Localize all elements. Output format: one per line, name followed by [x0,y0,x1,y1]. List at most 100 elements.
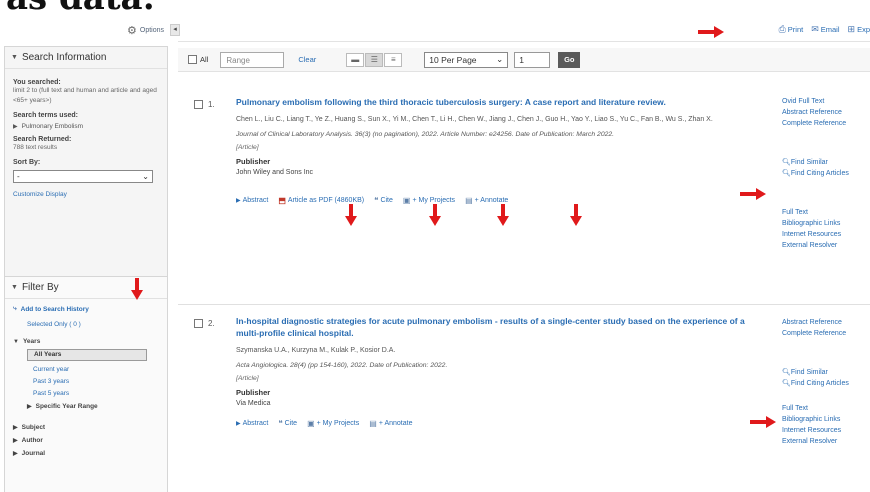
sidebar: ⚙ Options ◂ ▼ Search Information You sea… [0,18,180,492]
triangle-right-icon: ▶ [236,198,241,204]
view-title-only-button[interactable]: ▬ [346,52,365,67]
facet-journal[interactable]: ▶ Journal [13,450,159,457]
publisher-label: Publisher [236,388,271,397]
find-citing-articles-link[interactable]: 🔍︎Find Citing Articles [782,168,870,179]
record-number: 2. [194,319,215,328]
gear-icon: ⚙ [127,24,137,37]
complete-reference-link[interactable]: Complete Reference [782,118,870,129]
clear-link[interactable]: Clear [298,55,316,64]
full-text-link[interactable]: Full Text [782,403,870,414]
years-toggle[interactable]: ▼ Years [13,338,159,345]
search-term-item[interactable]: ▶ Pulmonary Embolism [13,123,159,130]
abstract-reference-link[interactable]: Abstract Reference [782,317,870,328]
publisher-label: Publisher [236,157,271,166]
find-similar-link[interactable]: 🔍︎Find Similar [782,157,870,168]
record-checkbox[interactable] [194,100,203,109]
record-title[interactable]: Pulmonary embolism following the third t… [236,96,766,108]
email-button[interactable]: ✉ Email [811,24,839,35]
facet-subject[interactable]: ▶ Subject [13,424,159,431]
record-checkbox[interactable] [194,319,203,328]
ovid-full-text-link[interactable]: Ovid Full Text [782,96,870,107]
per-page-select[interactable]: 10 Per Page ⌄ [424,51,509,68]
annotate-link[interactable]: ▤ + Annotate [369,419,412,428]
annotation-arrow-down-icon [570,204,582,226]
magnifier-icon: 🔍︎ [782,369,791,376]
go-button[interactable]: Go [558,51,581,68]
complete-reference-link[interactable]: Complete Reference [782,328,870,339]
range-input[interactable]: Range [220,51,285,68]
triangle-right-icon: ▶ [13,451,18,457]
folder-icon: ▣ [307,419,315,428]
cite-label: Cite [380,197,393,204]
add-to-search-history-link[interactable]: ⤷ Add to Search History [13,305,159,313]
print-label: Print [787,25,804,34]
specific-year-range-toggle[interactable]: ▶ Specific Year Range [27,403,159,410]
view-abstract-button[interactable]: ≡ [384,52,403,67]
find-citing-label: Find Citing Articles [790,380,849,387]
triangle-right-icon: ▶ [13,425,18,431]
search-information-title: Search Information [21,52,107,63]
chevron-down-icon: ⌄ [496,54,504,64]
search-information-panel: ▼ Search Information You searched: limit… [4,46,168,278]
chevron-down-icon: ⌄ [142,172,149,181]
full-text-link[interactable]: Full Text [782,207,870,218]
facet-subject-label: Subject [21,424,46,431]
folder-icon: ▣ [402,196,411,205]
bibliographic-links-link[interactable]: Bibliographic Links [782,414,870,425]
record-authors: Szymanska U.A., Kurzyna M., Kulak P., Ko… [236,347,396,354]
article-pdf-label: Article as PDF (4860KB) [287,197,365,204]
internet-resources-link[interactable]: Internet Resources [782,425,870,436]
printer-icon: ⎙ [778,24,786,34]
triangle-right-icon: ▶ [236,421,241,427]
you-searched-label: You searched: [13,79,61,86]
magnifier-icon: 🔍︎ [782,380,791,387]
select-all[interactable]: All [188,55,208,64]
view-citation-button[interactable]: ☰ [365,52,384,67]
page-number-input[interactable]: 1 [514,51,551,68]
annotation-arrow-right-icon [750,416,776,428]
record-content: In-hospital diagnostic strategies for ac… [236,315,766,428]
external-resolver-link[interactable]: External Resolver [782,436,870,447]
year-option-current[interactable]: Current year [27,366,159,373]
record-type: [Article] [236,144,259,151]
internet-resources-link[interactable]: Internet Resources [782,229,870,240]
sort-by-label: Sort By: [13,159,41,166]
year-option-past-3[interactable]: Past 3 years [27,378,159,385]
my-projects-link[interactable]: ▣ + My Projects [307,419,359,428]
find-citing-articles-link[interactable]: 🔍︎Find Citing Articles [782,378,870,389]
magnifier-icon: 🔍︎ [782,159,791,166]
abstract-link[interactable]: ▶ Abstract [236,197,268,204]
annotation-arrow-down-icon [497,204,509,226]
abstract-link[interactable]: ▶ Abstract [236,420,268,427]
cite-link[interactable]: ❝ Cite [278,419,297,428]
sort-by-select[interactable]: - ⌄ [13,170,153,183]
annotate-label: + Annotate [474,197,509,204]
bibliographic-links-link[interactable]: Bibliographic Links [782,218,870,229]
note-icon: ▤ [369,419,377,428]
annotation-arrow-right-icon [698,26,724,38]
record-number: 1. [194,100,215,109]
search-returned-text: 788 text results [13,144,58,151]
search-information-header[interactable]: ▼ Search Information [5,47,167,69]
triangle-right-icon: ▶ [13,438,18,444]
search-term-text: Pulmonary Embolism [21,123,84,130]
select-all-checkbox[interactable] [188,55,197,64]
annotation-arrow-down-icon [345,204,357,226]
facet-author[interactable]: ▶ Author [13,437,159,444]
search-terms-label: Search terms used: [13,112,78,119]
external-resolver-link[interactable]: External Resolver [782,240,870,251]
find-similar-link[interactable]: 🔍︎Find Similar [782,367,870,378]
export-button[interactable]: ⊞ Exp [848,24,870,35]
abstract-reference-link[interactable]: Abstract Reference [782,107,870,118]
record-title[interactable]: In-hospital diagnostic strategies for ac… [236,315,766,339]
history-icon: ⤷ [13,305,17,312]
year-option-all[interactable]: All Years [27,349,147,361]
annotation-arrow-right-icon [740,188,766,200]
print-button[interactable]: ⎙ Print [779,24,804,35]
selected-only-link[interactable]: Selected Only ( 0 ) [13,321,159,328]
options-button[interactable]: ⚙ Options [127,24,164,37]
year-option-past-5[interactable]: Past 5 years [27,390,159,397]
customize-display-link[interactable]: Customize Display [13,191,159,198]
cite-link[interactable]: ❝ Cite [374,196,393,205]
result-record: 1. Pulmonary embolism following the thir… [178,96,870,280]
